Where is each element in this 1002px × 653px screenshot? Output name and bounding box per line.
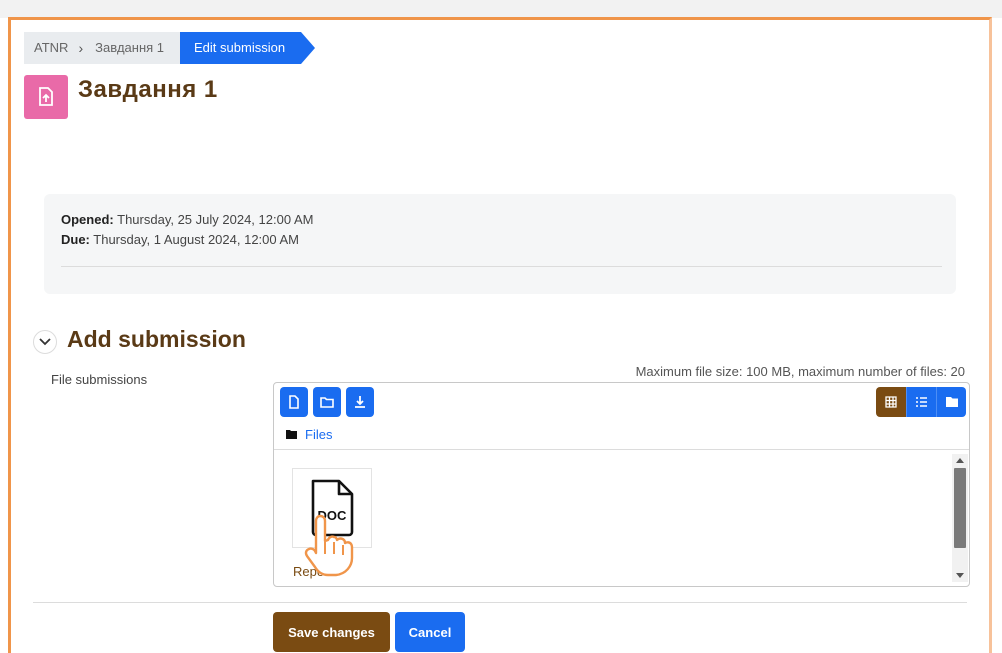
tree-view-icon[interactable] bbox=[936, 387, 966, 417]
path-link-files[interactable]: Files bbox=[305, 427, 332, 442]
max-file-info: Maximum file size: 100 MB, maximum numbe… bbox=[635, 364, 965, 379]
breadcrumb-item-assignment[interactable]: Завдання 1 bbox=[85, 32, 172, 64]
opened-label: Opened: bbox=[61, 212, 114, 227]
file-area: DOC Repo bbox=[274, 449, 969, 586]
divider bbox=[33, 602, 967, 603]
scroll-up-arrow-icon[interactable] bbox=[956, 458, 964, 463]
page-title: Завдання 1 bbox=[78, 76, 218, 103]
file-path: Files bbox=[286, 427, 332, 442]
breadcrumb-item-active: Edit submission bbox=[180, 32, 316, 64]
list-view-icon[interactable] bbox=[906, 387, 936, 417]
divider bbox=[61, 266, 942, 267]
grid-view-icon[interactable] bbox=[876, 387, 906, 417]
vertical-scrollbar[interactable] bbox=[952, 454, 968, 582]
due-label: Due: bbox=[61, 232, 90, 247]
cancel-button[interactable]: Cancel bbox=[395, 612, 465, 652]
file-manager: Files DOC Repo bbox=[273, 382, 970, 587]
chevron-right-icon: › bbox=[78, 40, 84, 56]
field-label: File submissions bbox=[51, 372, 148, 387]
create-folder-icon[interactable] bbox=[313, 387, 341, 417]
folder-icon bbox=[286, 430, 297, 439]
scroll-down-arrow-icon[interactable] bbox=[956, 573, 964, 578]
file-manager-toolbar bbox=[277, 385, 966, 419]
top-strip bbox=[0, 0, 1002, 18]
screenshot-frame: ATNR › Завдання 1 Edit submission Завдан… bbox=[8, 17, 992, 653]
activity-dates: Opened: Thursday, 25 July 2024, 12:00 AM… bbox=[44, 194, 956, 294]
opened-value: Thursday, 25 July 2024, 12:00 AM bbox=[117, 212, 314, 227]
due-value: Thursday, 1 August 2024, 12:00 AM bbox=[93, 232, 300, 247]
save-changes-button[interactable]: Save changes bbox=[273, 612, 390, 652]
pointer-hand-icon bbox=[304, 514, 354, 577]
add-file-icon[interactable] bbox=[280, 387, 308, 417]
scroll-thumb[interactable] bbox=[954, 468, 966, 548]
collapse-toggle-icon[interactable] bbox=[33, 330, 57, 354]
opened-date: Opened: Thursday, 25 July 2024, 12:00 AM bbox=[61, 212, 313, 227]
download-icon[interactable] bbox=[346, 387, 374, 417]
assignment-upload-icon bbox=[24, 75, 68, 119]
breadcrumb: ATNR › Завдання 1 Edit submission bbox=[24, 32, 316, 64]
section-title[interactable]: Add submission bbox=[67, 326, 246, 353]
due-date: Due: Thursday, 1 August 2024, 12:00 AM bbox=[61, 232, 299, 247]
breadcrumb-item-course[interactable]: ATNR bbox=[24, 32, 76, 64]
view-switcher bbox=[876, 387, 966, 417]
